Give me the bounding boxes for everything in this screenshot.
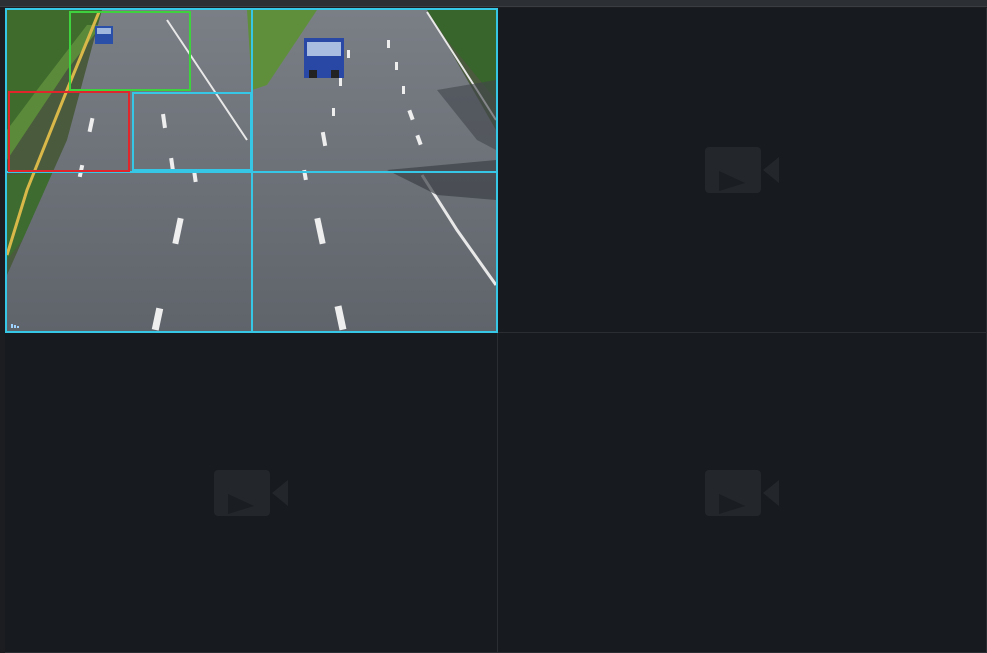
detection-zone-red[interactable] [8,91,130,172]
stream-status-icon [11,324,19,328]
camera-icon [705,469,779,516]
detection-zone-green[interactable] [69,11,191,91]
camera-icon [214,469,288,516]
video-tile-1[interactable] [5,8,498,333]
video-tile-2[interactable] [498,8,987,333]
video-wall-grid [5,8,987,653]
camera-icon [705,147,779,193]
video-tile-3[interactable] [5,333,498,653]
top-toolbar-strip [0,0,987,7]
detection-zone-cyan[interactable] [132,92,252,171]
video-tile-4[interactable] [498,333,987,653]
